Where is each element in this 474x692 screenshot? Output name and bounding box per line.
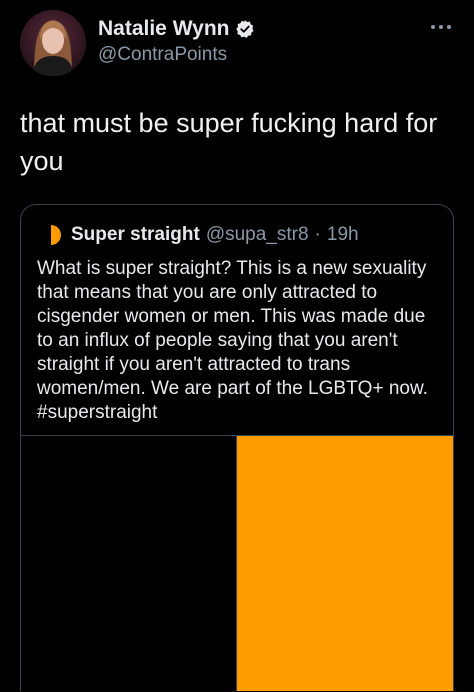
quoted-tweet-header: Super straight @supa_str8 · 19h: [43, 221, 359, 249]
author-avatar[interactable]: [20, 10, 86, 76]
quoted-tweet[interactable]: Super straight @supa_str8 · 19h What is …: [20, 204, 454, 691]
quoted-author-handle: @supa_str8: [205, 224, 309, 245]
tweet: Natalie Wynn @ContraPoints that must be …: [0, 0, 474, 692]
quoted-author-name: Super straight: [71, 224, 200, 245]
author-name-row[interactable]: Natalie Wynn: [98, 16, 255, 42]
tweet-text: that must be super fucking hard for you: [20, 108, 438, 176]
media-image-left[interactable]: [21, 436, 237, 691]
quoted-separator: ·: [314, 224, 321, 245]
media-image-right[interactable]: [237, 436, 453, 691]
author-handle[interactable]: @ContraPoints: [98, 44, 227, 66]
more-options-icon[interactable]: [428, 20, 454, 34]
orange-half-circle-icon: [43, 223, 65, 247]
author-name[interactable]: Natalie Wynn: [98, 17, 229, 41]
quoted-tweet-text: What is super straight? This is a new se…: [37, 258, 428, 423]
verified-badge-icon: [235, 19, 255, 39]
quoted-timestamp: 19h: [326, 224, 359, 245]
quoted-tweet-media[interactable]: [21, 435, 453, 691]
